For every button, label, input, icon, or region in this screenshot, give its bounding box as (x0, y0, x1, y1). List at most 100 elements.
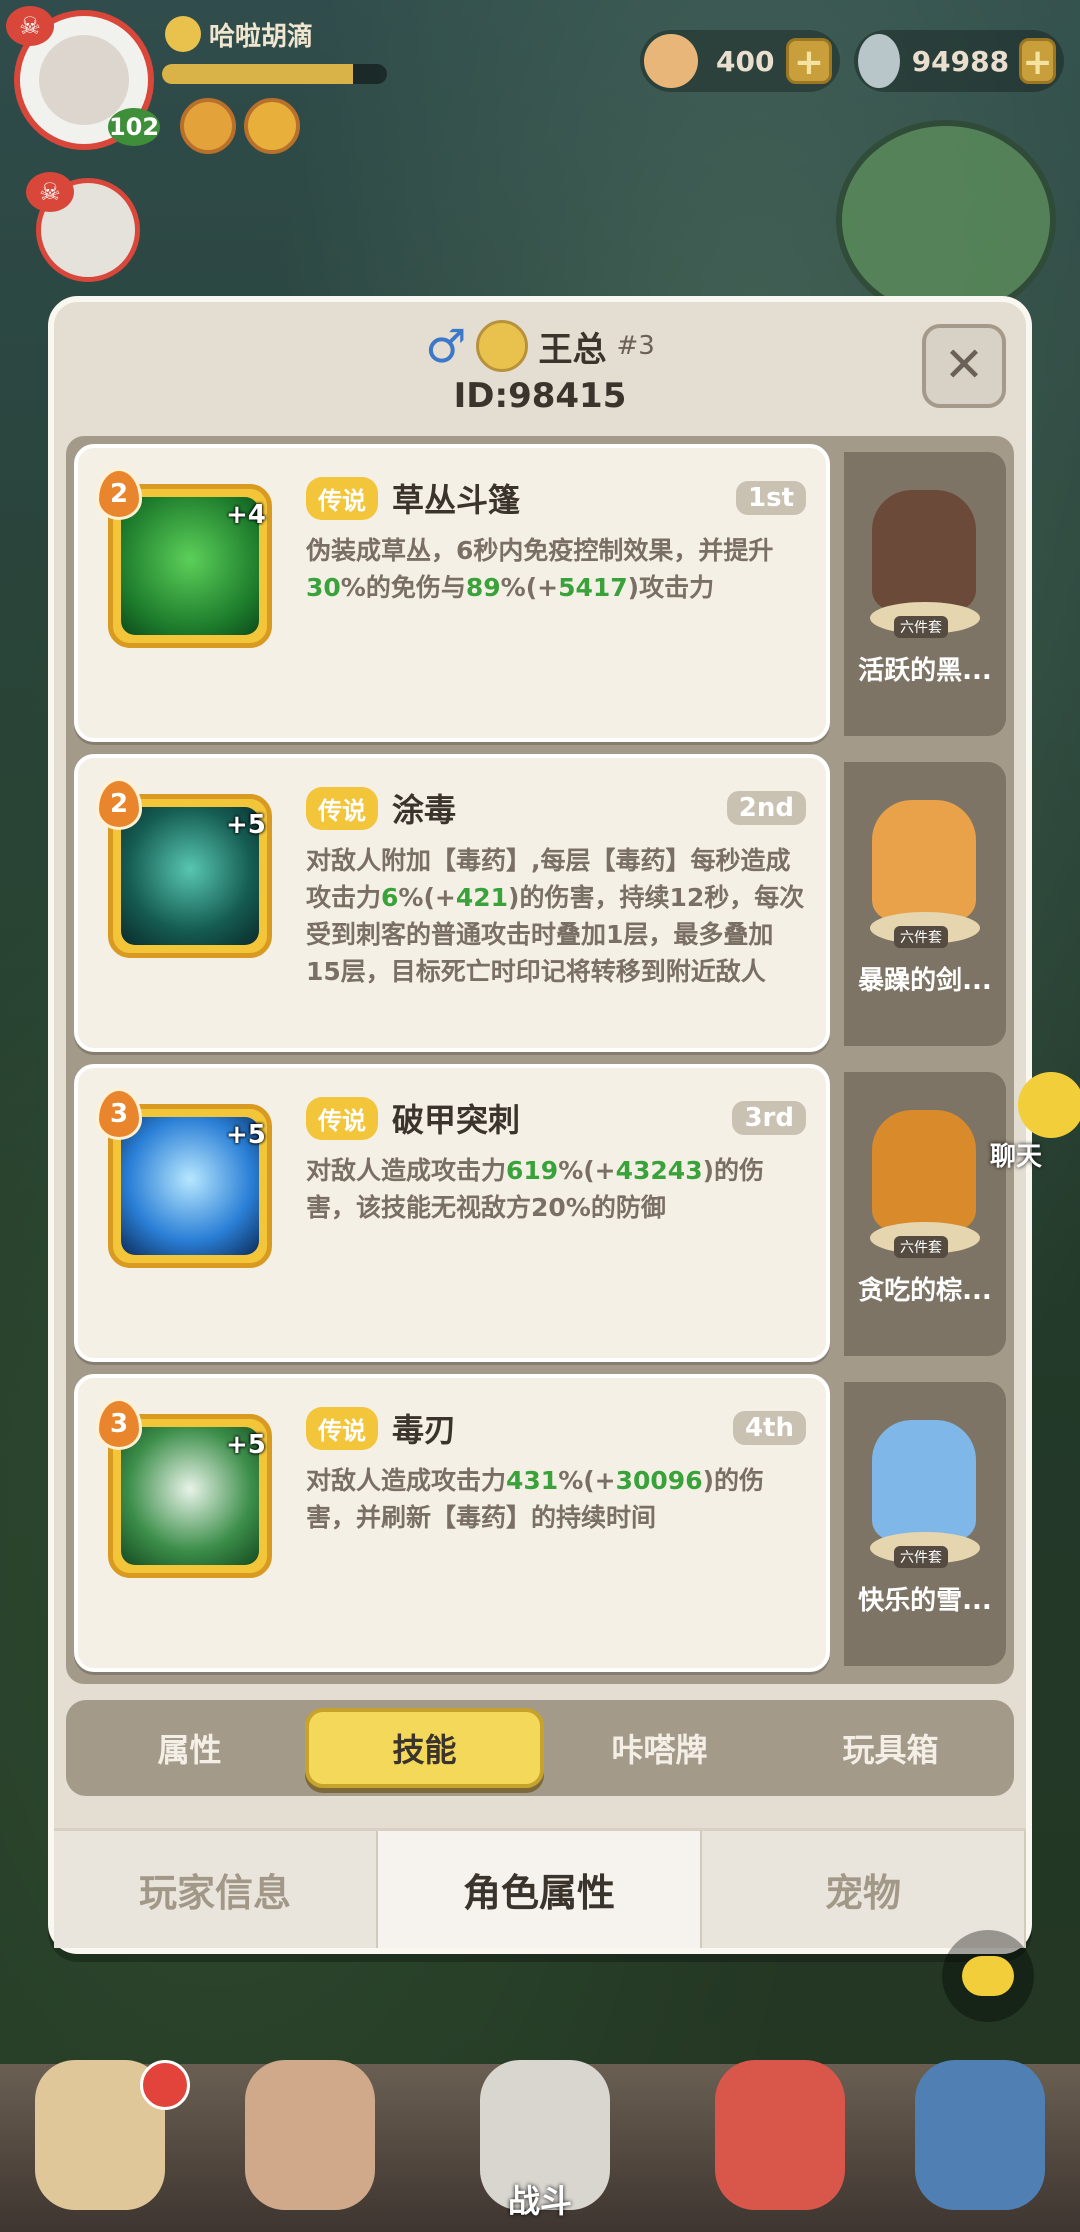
skill-desc-text: %(+ (558, 1156, 616, 1185)
skill-card[interactable]: 3 +5 传说 破甲突刺 3rd 对敌人造成攻击力619%(+43243)的伤害… (74, 1064, 830, 1362)
set-name: 贪吃的棕... (858, 1276, 992, 1306)
tab-attributes[interactable]: 属性 (74, 1708, 305, 1788)
teammate-skull-icon: ☠ (26, 172, 74, 212)
set-name: 快乐的雪... (858, 1586, 992, 1616)
skill-value: 431 (506, 1466, 559, 1495)
male-symbol-icon: ♂ (425, 319, 467, 373)
skill-titlebar: 传说 毒刃 4th (306, 1406, 806, 1450)
skill-desc-text: %(+ (558, 1466, 616, 1495)
shell-amount: 400 (716, 44, 775, 78)
skill-value: 5417 (558, 573, 628, 602)
player-name: 哈啦胡滴 (209, 21, 314, 52)
skill-description: 对敌人附加【毒药】,每层【毒药】每秒造成攻击力6%(+421)的伤害，持续12秒… (306, 842, 806, 990)
profile-name: 王总 (538, 329, 607, 370)
set-name: 活跃的黑... (858, 656, 992, 686)
profile-tag: #3 (616, 331, 655, 361)
profile-emoji-icon (476, 320, 529, 372)
skill-desc-text: 伪装成草丛，6秒内免疫控制效果，并提升 (306, 536, 774, 565)
add-shell-button[interactable]: + (786, 38, 832, 84)
skill-description: 伪装成草丛，6秒内免疫控制效果，并提升 30%的免伤与89%(+5417)攻击力 (306, 532, 806, 606)
skill-description: 对敌人造成攻击力431%(+30096)的伤害，并刷新【毒药】的持续时间 (306, 1462, 806, 1536)
set-panel[interactable]: 六件套 暴躁的剑... (844, 762, 1006, 1046)
chat-side-button[interactable]: 聊天 (978, 1072, 1080, 1172)
set-tag: 六件套 (894, 1546, 948, 1568)
profile-name-row: ♂ 王总 #3 (425, 320, 655, 372)
skill-value: 89 (465, 573, 501, 602)
skill-text: 传说 草丛斗篷 1st 伪装成草丛，6秒内免疫控制效果，并提升 30%的免伤与89… (306, 476, 806, 606)
skill-desc-text: %(+ (500, 573, 559, 602)
skill-value: 421 (455, 883, 509, 912)
skill-value: 30 (306, 573, 341, 602)
tab-player-info[interactable]: 玩家信息 (54, 1831, 378, 1948)
rarity-badge: 传说 (306, 786, 378, 830)
skill-name: 涂毒 (392, 791, 457, 829)
shell-currency: 400 + (640, 30, 840, 92)
set-tag: 六件套 (894, 616, 948, 638)
skill-row: 3 +5 传说 毒刃 4th 对敌人造成攻击力431%(+30096)的伤害，并… (74, 1374, 1006, 1672)
set-figure-icon (872, 1420, 976, 1540)
skill-plus-badge: +5 (226, 1120, 266, 1150)
gem-amount: 94988 (911, 44, 1010, 78)
skill-text: 传说 涂毒 2nd 对敌人附加【毒药】,每层【毒药】每秒造成攻击力6%(+421… (306, 786, 806, 990)
skill-value: 6 (381, 883, 399, 912)
skill-titlebar: 传说 涂毒 2nd (306, 786, 806, 830)
skill-text: 传说 破甲突刺 3rd 对敌人造成攻击力619%(+43243)的伤害，该技能无… (306, 1096, 806, 1226)
skill-desc-text: 对敌人造成攻击力 (306, 1466, 507, 1495)
player-emoji-icon (165, 16, 201, 52)
skill-value: 30096 (615, 1466, 703, 1495)
player-level-badge: 102 (108, 108, 160, 146)
rarity-badge: 传说 (306, 476, 378, 520)
skill-name: 破甲突刺 (392, 1101, 521, 1139)
minimap[interactable] (836, 120, 1056, 320)
skill-plus-badge: +5 (226, 1430, 266, 1460)
gem-currency: 94988 + (854, 30, 1064, 92)
close-button[interactable]: ✕ (922, 324, 1006, 408)
skill-plus-badge: +4 (226, 500, 266, 530)
add-gem-button[interactable]: + (1019, 38, 1056, 84)
set-panel[interactable]: 六件套 快乐的雪... (844, 1382, 1006, 1666)
skill-card[interactable]: 2 +4 传说 草丛斗篷 1st 伪装成草丛，6秒内免疫控制效果，并提升 30%的… (74, 444, 830, 742)
chat-emoji-icon (1018, 1072, 1080, 1138)
skill-desc-text: 对敌人造成攻击力 (306, 1156, 507, 1185)
title-badge-icon[interactable] (244, 98, 300, 154)
skill-rank-badge: 3rd (732, 1101, 806, 1135)
set-figure-icon (872, 1110, 976, 1230)
tab-toybox[interactable]: 玩具箱 (775, 1708, 1006, 1788)
rarity-badge: 传说 (306, 1406, 378, 1450)
skill-rank-badge: 1st (736, 481, 806, 515)
skill-titlebar: 传说 草丛斗篷 1st (306, 476, 806, 520)
buff-badge-icon[interactable] (180, 98, 236, 154)
skill-rank-badge: 2nd (726, 791, 806, 825)
tab-skills[interactable]: 技能 (305, 1708, 544, 1788)
skill-card[interactable]: 2 +5 传说 涂毒 2nd 对敌人附加【毒药】,每层【毒药】每秒造成攻击力6%… (74, 754, 830, 1052)
tab-character-stats[interactable]: 角色属性 (378, 1831, 702, 1948)
tab-cards[interactable]: 咔嗒牌 (544, 1708, 775, 1788)
nav-battle-label: 战斗 (507, 2182, 572, 2220)
skill-value: 619 (506, 1156, 559, 1185)
skill-name: 草丛斗篷 (392, 481, 521, 519)
exp-bar-fill (162, 64, 354, 84)
rarity-badge: 传说 (306, 1096, 378, 1140)
skill-card[interactable]: 3 +5 传说 毒刃 4th 对敌人造成攻击力431%(+30096)的伤害，并… (74, 1374, 830, 1672)
skill-row: 2 +5 传说 涂毒 2nd 对敌人附加【毒药】,每层【毒药】每秒造成攻击力6%… (74, 754, 1006, 1052)
skill-level-badge: 2 (96, 468, 142, 520)
skill-description: 对敌人造成攻击力619%(+43243)的伤害，该技能无视敌方20%的防御 (306, 1152, 806, 1226)
exp-bar (162, 64, 387, 84)
set-name: 暴躁的剑... (858, 966, 992, 996)
player-info-modal: ♂ 王总 #3 ID:98415 ✕ 2 +4 传说 草丛斗篷 1st 伪装成草… (48, 296, 1032, 1954)
skill-value: 43243 (615, 1156, 703, 1185)
set-panel[interactable]: 六件套 活跃的黑... (844, 452, 1006, 736)
chat-float-button[interactable] (942, 1930, 1034, 2022)
shell-icon (644, 34, 698, 88)
profile-id: ID:98415 (453, 376, 627, 416)
chat-bubble-icon (962, 1956, 1014, 1996)
skill-list: 2 +4 传说 草丛斗篷 1st 伪装成草丛，6秒内免疫控制效果，并提升 30%的… (66, 436, 1014, 1684)
skill-rank-badge: 4th (732, 1411, 806, 1445)
set-tag: 六件套 (894, 1236, 948, 1258)
notification-bell-icon (140, 2060, 190, 2110)
skill-plus-badge: +5 (226, 810, 266, 840)
chat-side-label: 聊天 (990, 1142, 1043, 1172)
skill-level-badge: 3 (96, 1088, 142, 1140)
set-tag: 六件套 (894, 926, 948, 948)
skill-titlebar: 传说 破甲突刺 3rd (306, 1096, 806, 1140)
